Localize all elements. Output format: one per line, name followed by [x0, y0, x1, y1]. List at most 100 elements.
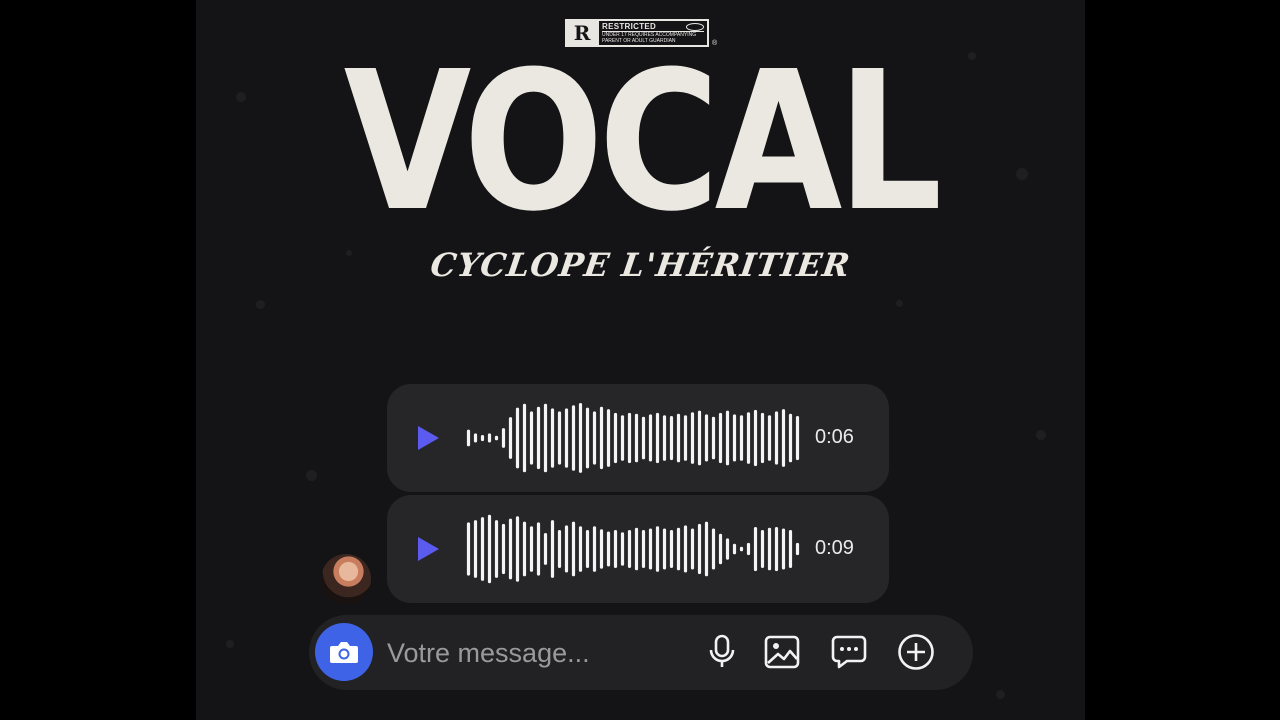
waveform-bar [613, 530, 618, 568]
waveform-bar [662, 528, 667, 570]
message-input[interactable] [387, 633, 687, 673]
voice-duration: 0:06 [815, 426, 854, 448]
waveform-bar [746, 412, 751, 464]
waveform-bar [585, 530, 590, 568]
album-title: VOCAL [343, 31, 943, 254]
waveform-bar [767, 415, 772, 461]
waveform-bar [599, 406, 604, 470]
waveform-bar [746, 542, 751, 556]
waveform-bar [480, 435, 485, 442]
waveform-bar [487, 514, 492, 584]
image-icon [764, 635, 800, 669]
waveform-bar [704, 521, 709, 577]
waveform-bar [774, 411, 779, 465]
waveform-bar [648, 528, 653, 570]
waveform-bar [655, 412, 660, 464]
waveform-bar [795, 416, 800, 461]
waveform-bar [515, 407, 520, 469]
play-icon[interactable] [415, 535, 441, 563]
waveform-bar [578, 526, 583, 572]
waveform-bar [697, 410, 702, 466]
waveform-bar [508, 417, 513, 459]
waveform[interactable] [465, 511, 801, 587]
waveform-bar [487, 433, 492, 443]
microphone-icon [709, 634, 735, 667]
waveform-bar [690, 412, 695, 464]
waveform-bar [473, 433, 478, 443]
plus-circle-icon [898, 634, 934, 670]
waveform-bar [788, 413, 793, 463]
waveform-bar [739, 415, 744, 461]
waveform-bar [725, 538, 730, 560]
waveform-bar [627, 530, 632, 568]
play-icon[interactable] [415, 424, 441, 452]
voice-duration: 0:09 [815, 537, 854, 559]
waveform-bar [550, 408, 555, 468]
microphone-button[interactable] [702, 632, 742, 672]
waveform-bar [522, 521, 527, 577]
waveform-bar [655, 526, 660, 572]
waveform-bar [564, 525, 569, 573]
waveform-bar [704, 414, 709, 462]
waveform-bar [732, 543, 737, 555]
waveform-bar [529, 526, 534, 572]
chat-button[interactable] [829, 632, 869, 672]
waveform-bar [571, 521, 576, 577]
waveform-bar [676, 527, 681, 571]
waveform-bar [634, 413, 639, 463]
waveform-bar [501, 428, 506, 448]
waveform-bar [739, 546, 744, 552]
waveform-bar [564, 408, 569, 468]
waveform-bar [732, 414, 737, 462]
waveform-bar [683, 415, 688, 461]
avatar[interactable] [321, 554, 371, 604]
camera-button[interactable] [315, 623, 373, 681]
add-button[interactable] [896, 632, 936, 672]
waveform-bar [753, 527, 758, 572]
waveform-bar [515, 516, 520, 582]
waveform-bar [718, 412, 723, 464]
waveform-bar [767, 527, 772, 571]
waveform-bar [641, 416, 646, 460]
waveform-bar [494, 520, 499, 578]
waveform-bar [725, 410, 730, 466]
waveform-bar [683, 525, 688, 573]
waveform-bar [592, 526, 597, 572]
waveform-bar [760, 530, 765, 568]
waveform-bar [529, 411, 534, 465]
waveform-bar [620, 532, 625, 566]
waveform-bar [501, 523, 506, 575]
waveform-bar [480, 517, 485, 581]
waveform-bar [669, 416, 674, 461]
waveform-bar [473, 520, 478, 578]
waveform-bar [599, 529, 604, 569]
waveform-bar [494, 435, 499, 441]
waveform-bar [718, 533, 723, 565]
waveform-bar [753, 409, 758, 467]
waveform-bar [536, 406, 541, 470]
waveform-bar [606, 531, 611, 567]
chat-bubble-icon [831, 635, 867, 669]
voice-message[interactable]: 0:06 [387, 384, 889, 492]
waveform-bar [543, 403, 548, 473]
waveform[interactable] [465, 400, 801, 476]
waveform-bar [557, 530, 562, 568]
rating-title: RESTRICTED [602, 22, 657, 31]
waveform-bar [508, 518, 513, 580]
waveform-bar [620, 415, 625, 461]
waveform-bar [662, 415, 667, 461]
waveform-bar [550, 520, 555, 578]
waveform-bar [634, 527, 639, 571]
waveform-bar [585, 407, 590, 469]
voice-message[interactable]: 0:09 [387, 495, 889, 603]
waveform-bar [711, 528, 716, 570]
waveform-bar [676, 413, 681, 463]
waveform-bar [571, 405, 576, 471]
waveform-bar [774, 527, 779, 572]
waveform-bar [641, 530, 646, 568]
waveform-bar [697, 523, 702, 575]
waveform-bar [648, 414, 653, 462]
waveform-bar [466, 429, 471, 447]
gallery-button[interactable] [762, 632, 802, 672]
waveform-bar [536, 522, 541, 576]
